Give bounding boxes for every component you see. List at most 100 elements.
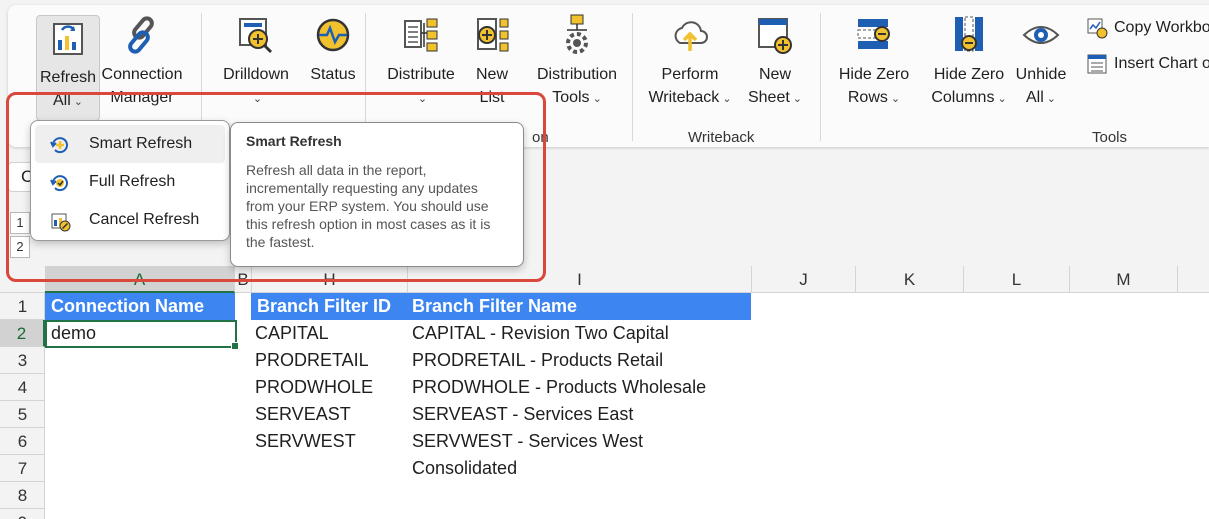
- ribbon-separator: [820, 13, 821, 141]
- perform-writeback-label-2: Writeback: [648, 89, 720, 106]
- hide-zero-rows-button[interactable]: Hide Zero Rows ⌄: [832, 13, 916, 111]
- column-header-m[interactable]: M: [1070, 266, 1178, 293]
- cell-a1[interactable]: Connection Name: [45, 293, 235, 320]
- active-cell-selection: [45, 320, 239, 350]
- new-list-button[interactable]: New List: [468, 13, 516, 109]
- smart-refresh-icon: [50, 137, 68, 154]
- cancel-refresh-icon: [51, 213, 71, 232]
- row-header-4[interactable]: 4: [0, 374, 45, 401]
- cell-h3[interactable]: PRODRETAIL: [249, 347, 369, 374]
- menu-item-label: Cancel Refresh: [89, 211, 200, 228]
- column-header-b[interactable]: B: [235, 266, 252, 293]
- tooltip-body: Refresh all data in the report, incremen…: [246, 162, 491, 250]
- row-header-7[interactable]: 7: [0, 455, 45, 482]
- distribution-tools-label-2: Tools: [552, 89, 590, 106]
- cloud-upload-icon: [674, 21, 708, 51]
- cell-i2[interactable]: CAPITAL - Revision Two Capital: [406, 320, 669, 347]
- insert-chart-label: Insert Chart o: [1114, 55, 1209, 73]
- outline-level-2-button[interactable]: 2: [10, 236, 30, 258]
- distribute-icon: [404, 18, 438, 52]
- cell-i6[interactable]: SERVWEST - Services West: [406, 428, 643, 455]
- row-header-2[interactable]: 2: [0, 320, 45, 347]
- status-button[interactable]: Status: [300, 13, 366, 86]
- column-header-l[interactable]: L: [964, 266, 1070, 293]
- chevron-down-icon: ⌄: [252, 93, 263, 105]
- column-header-i[interactable]: I: [408, 266, 752, 293]
- cell-h6[interactable]: SERVWEST: [249, 428, 356, 455]
- cell-h1[interactable]: Branch Filter ID: [251, 293, 407, 320]
- chevron-down-icon: ⌄: [1046, 93, 1056, 105]
- unhide-all-button[interactable]: Unhide All ⌄: [1008, 13, 1074, 111]
- link-icon: [128, 16, 154, 54]
- menu-item-full-refresh[interactable]: Full Refresh: [35, 163, 225, 201]
- status-pulse-icon: [316, 18, 350, 52]
- group-label-writeback: Writeback: [688, 129, 755, 146]
- column-header-j[interactable]: J: [752, 266, 856, 293]
- cell-h2[interactable]: CAPITAL: [249, 320, 329, 347]
- new-sheet-button[interactable]: New Sheet ⌄: [744, 13, 806, 111]
- cell-i7[interactable]: Consolidated: [406, 455, 517, 482]
- copy-workbook-button[interactable]: Copy Workbo: [1086, 17, 1209, 39]
- menu-item-cancel-refresh[interactable]: Cancel Refresh: [35, 201, 225, 239]
- cell-i4[interactable]: PRODWHOLE - Products Wholesale: [406, 374, 706, 401]
- row-header-5[interactable]: 5: [0, 401, 45, 428]
- column-header-k[interactable]: K: [856, 266, 964, 293]
- distribution-tools-button[interactable]: Distribution Tools ⌄: [524, 13, 630, 111]
- new-sheet-label-2: Sheet: [747, 89, 790, 106]
- menu-item-label: Smart Refresh: [89, 135, 193, 152]
- group-label-tools: Tools: [1092, 129, 1128, 146]
- hide-zero-columns-label-1: Hide Zero: [933, 66, 1005, 83]
- new-list-label-2: List: [479, 89, 505, 106]
- insert-chart-button[interactable]: Insert Chart o: [1086, 53, 1209, 75]
- cell-i5[interactable]: SERVEAST - Services East: [406, 401, 633, 428]
- distribute-label: Distribute: [387, 66, 455, 83]
- column-header-h[interactable]: H: [252, 266, 408, 293]
- drilldown-icon: [239, 18, 273, 54]
- smart-refresh-tooltip: Smart Refresh Refresh all data in the re…: [230, 122, 524, 267]
- cell-h5[interactable]: SERVEAST: [249, 401, 351, 428]
- distribution-tools-icon: [566, 14, 588, 54]
- perform-writeback-label-1: Perform: [661, 66, 719, 83]
- chevron-down-icon: ⌄: [997, 93, 1007, 105]
- perform-writeback-button[interactable]: Perform Writeback ⌄: [644, 13, 736, 111]
- hide-zero-columns-button[interactable]: Hide Zero Columns ⌄: [920, 13, 1018, 111]
- row-header-column: 1 2 3 4 5 6 7 8 9: [0, 293, 45, 519]
- row-header-3[interactable]: 3: [0, 347, 45, 374]
- insert-chart-icon: [1087, 54, 1107, 74]
- drilldown-label: Drilldown: [223, 66, 289, 83]
- cell-h4[interactable]: PRODWHOLE: [249, 374, 373, 401]
- row-header-8[interactable]: 8: [0, 482, 45, 509]
- cell-i3[interactable]: PRODRETAIL - Products Retail: [406, 347, 663, 374]
- connection-manager-label-1: Connection: [101, 66, 183, 83]
- refresh-all-label-1: Refresh: [39, 69, 97, 86]
- column-header-a[interactable]: A: [45, 266, 235, 293]
- unhide-all-label-2: All: [1026, 89, 1044, 106]
- copy-workbook-icon: [1087, 18, 1108, 39]
- connection-manager-button[interactable]: Connection Manager: [96, 13, 188, 109]
- new-list-label-1: New: [475, 66, 508, 83]
- row-header-1[interactable]: 1: [0, 293, 45, 320]
- hide-zero-rows-label-2: Rows: [847, 89, 888, 106]
- new-sheet-label-1: New: [758, 66, 791, 83]
- chevron-down-icon: ⌄: [417, 93, 428, 105]
- connection-manager-label-2: Manager: [110, 89, 174, 106]
- refresh-dropdown-menu: Smart Refresh Full Refresh Cancel Refres…: [30, 120, 230, 241]
- refresh-all-button[interactable]: Refresh All ⌄: [36, 15, 100, 121]
- row-header-6[interactable]: 6: [0, 428, 45, 455]
- drilldown-button[interactable]: Drilldown ⌄: [214, 13, 298, 111]
- chevron-down-icon: ⌄: [73, 96, 83, 108]
- distribute-button[interactable]: Distribute ⌄: [378, 13, 464, 111]
- new-list-icon: [477, 18, 509, 52]
- chevron-down-icon: ⌄: [890, 93, 901, 105]
- status-label: Status: [310, 66, 356, 83]
- refresh-all-icon: [53, 23, 83, 55]
- row-header-9[interactable]: 9: [0, 509, 45, 519]
- cell-i1[interactable]: Branch Filter Name: [406, 293, 751, 320]
- distribution-tools-label-1: Distribution: [536, 66, 618, 83]
- outline-level-1-button[interactable]: 1: [10, 212, 30, 234]
- refresh-all-label-2: All: [53, 92, 71, 109]
- hide-zero-columns-icon: [955, 16, 983, 52]
- chevron-down-icon: ⌄: [592, 93, 602, 105]
- menu-item-smart-refresh[interactable]: Smart Refresh: [35, 125, 225, 163]
- chevron-down-icon: ⌄: [792, 93, 803, 105]
